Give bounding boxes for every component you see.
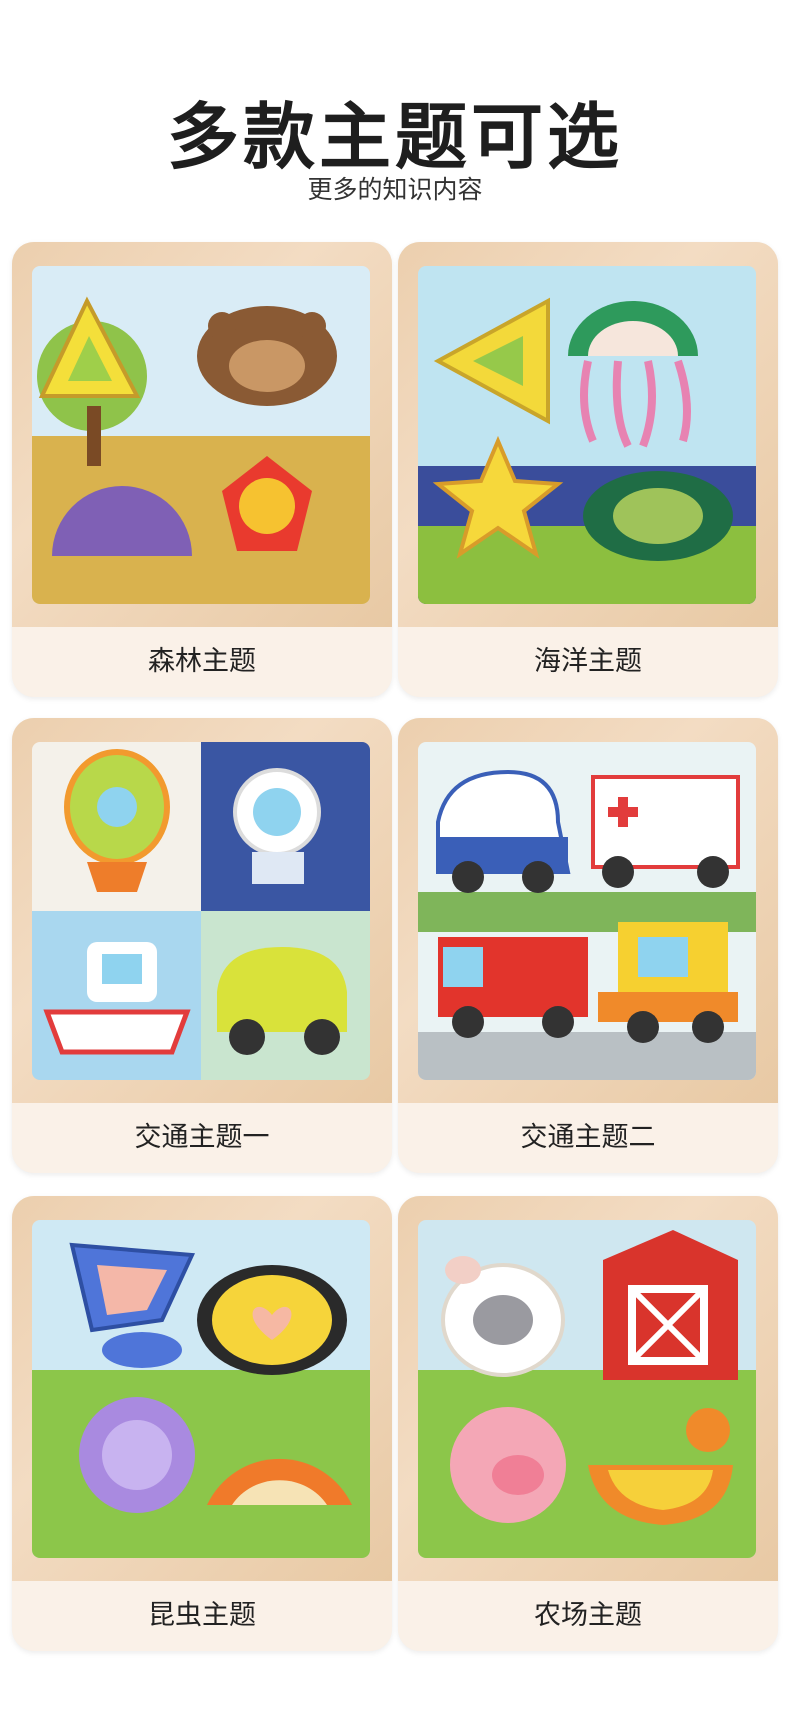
insects-puzzle-image [32, 1220, 370, 1558]
theme-card-transport-2[interactable]: 交通主题二 [398, 718, 778, 1173]
theme-card-transport-1[interactable]: 交通主题一 [12, 718, 392, 1173]
theme-label: 交通主题二 [398, 1103, 778, 1173]
theme-label: 海洋主题 [398, 627, 778, 697]
theme-card-forest[interactable]: 森林主题 [12, 242, 392, 697]
ocean-puzzle-image [418, 266, 756, 604]
forest-puzzle-image [32, 266, 370, 604]
theme-label: 农场主题 [398, 1581, 778, 1651]
theme-label: 交通主题一 [12, 1103, 392, 1173]
transport-2-puzzle-image [418, 742, 756, 1080]
theme-card-ocean[interactable]: 海洋主题 [398, 242, 778, 697]
page-title: 多款主题可选 [166, 95, 623, 179]
page-subtitle: 更多的知识内容 [307, 175, 483, 204]
theme-label: 昆虫主题 [12, 1581, 392, 1651]
theme-label: 森林主题 [12, 627, 392, 697]
theme-card-insects[interactable]: 昆虫主题 [12, 1196, 392, 1651]
transport-1-puzzle-image [32, 742, 370, 1080]
theme-card-farm[interactable]: 农场主题 [398, 1196, 778, 1651]
farm-puzzle-image [418, 1220, 756, 1558]
